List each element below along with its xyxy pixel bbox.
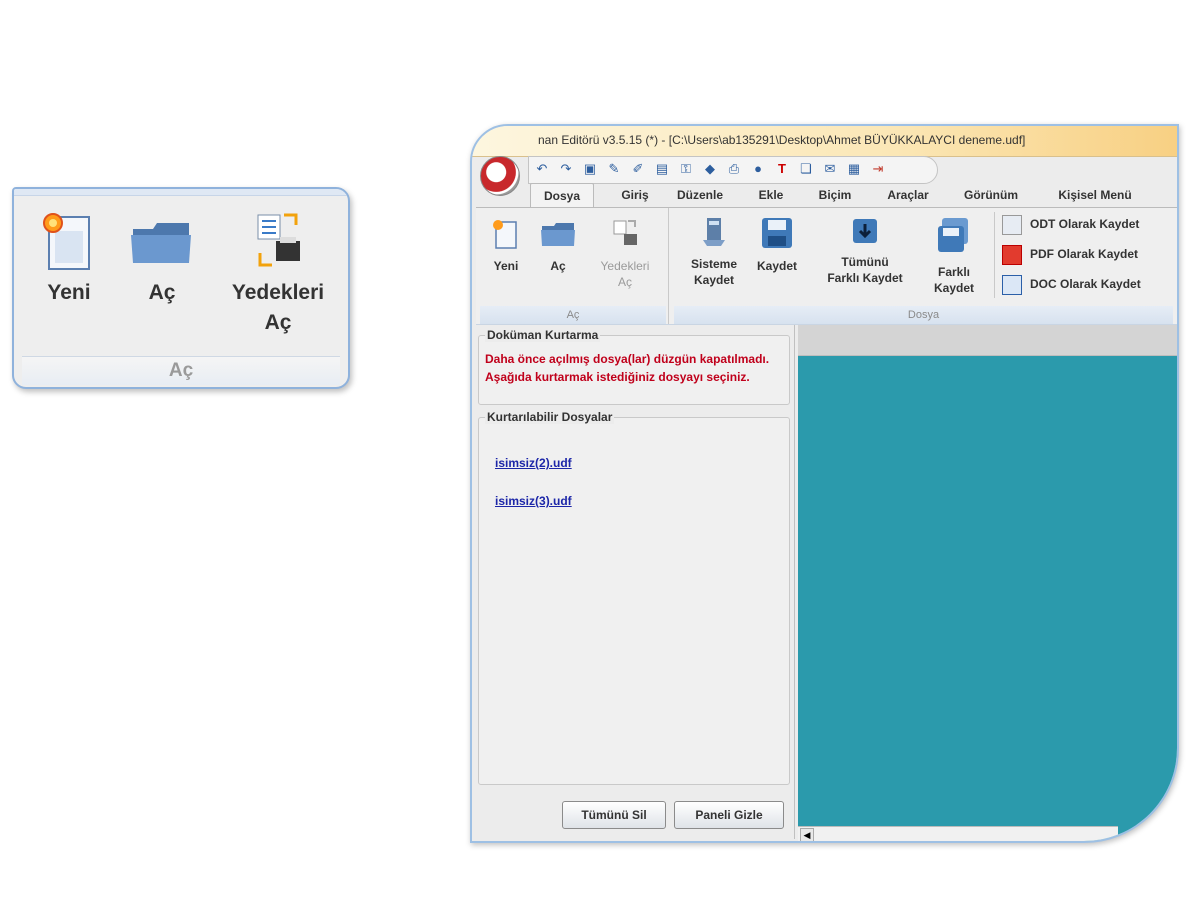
zoom-group-label: Aç [22, 356, 340, 385]
save-to-system-label-1: Sisteme [690, 257, 738, 271]
save-all-as-button[interactable]: Tümünü Farklı Kaydet [820, 216, 910, 286]
tab-araclar[interactable]: Araçlar [878, 183, 938, 207]
pen-icon[interactable]: ✎ [607, 162, 621, 176]
ribbon-tabs: Dosya Giriş Düzenle Ekle Biçim Araçlar G… [472, 183, 1177, 208]
dosya-group: Sisteme Kaydet Kaydet Tümünü Farklı Kayd… [672, 208, 1175, 324]
tab-dosya[interactable]: Dosya [530, 183, 594, 208]
zoom-open-label: Aç [148, 281, 176, 304]
group-divider [994, 212, 995, 298]
recoverable-files-title: Kurtarılabilir Dosyalar [485, 410, 615, 424]
save-as-label-1: Farklı [937, 265, 970, 279]
tab-giris[interactable]: Giriş [610, 183, 660, 207]
doc-icon [1002, 274, 1022, 295]
print-icon[interactable]: ⎙ [727, 162, 741, 176]
zoom-new-button[interactable]: Yeni [34, 209, 104, 308]
exit-icon[interactable]: ⇥ [871, 162, 885, 176]
save-as-label-2: Kaydet [933, 281, 974, 295]
paste-icon[interactable]: ❏ [799, 162, 813, 176]
folder-open-icon [541, 223, 575, 246]
zoomed-ac-group: Yeni Aç Yedekleri Aç Aç [12, 187, 350, 389]
save-label: Kaydet [756, 259, 797, 273]
tab-bicim[interactable]: Biçim [808, 183, 862, 207]
editor-window: nan Editörü v3.5.15 (*) - [C:\Users\ab13… [470, 124, 1179, 843]
open-backups-label-2: Aç [617, 275, 632, 289]
save-as-odt-button[interactable]: ODT Olarak Kaydet [1002, 214, 1140, 235]
tab-duzenle[interactable]: Düzenle [668, 183, 732, 207]
save-system-icon [703, 218, 725, 246]
hide-panel-button[interactable]: Paneli Gizle [674, 801, 784, 829]
save-as-pdf-label: PDF Olarak Kaydet [1030, 247, 1139, 261]
new-document-icon [493, 220, 517, 249]
warning-line-2: Aşağıda kurtarmak istediğiniz dosyayı se… [485, 370, 750, 384]
key-icon[interactable]: ⚿ [679, 162, 693, 176]
title-bar: nan Editörü v3.5.15 (*) - [C:\Users\ab13… [472, 126, 1177, 157]
open-label: Aç [550, 259, 566, 273]
save-all-as-label-2: Farklı Kaydet [827, 271, 903, 285]
save-icon[interactable]: ▣ [583, 162, 597, 176]
backup-open-icon [613, 220, 637, 245]
zoom-open-backups-button[interactable]: Yedekleri Aç [218, 209, 338, 338]
save-icon [762, 218, 792, 248]
save-as-odt-label: ODT Olarak Kaydet [1030, 217, 1140, 231]
table-icon[interactable]: ▦ [847, 162, 861, 176]
save-to-system-label-2: Kaydet [693, 273, 734, 287]
save-all-icon [853, 219, 877, 243]
save-button[interactable]: Kaydet [752, 216, 802, 274]
record-icon[interactable]: ● [751, 162, 765, 176]
document-area[interactable]: ◀ [798, 325, 1177, 841]
save-as-icon [938, 218, 968, 252]
zoom-open-backups-label-1: Yedekleri [231, 281, 325, 304]
open-backups-label-1: Yedekleri [600, 259, 650, 273]
window-title: nan Editörü v3.5.15 (*) - [C:\Users\ab13… [538, 133, 1026, 147]
warning-line-1: Daha önce açılmış dosya(lar) düzgün kapa… [485, 352, 770, 366]
open-button[interactable]: Aç [536, 218, 580, 274]
pdf-icon [1002, 244, 1022, 265]
document-recovery-panel: Doküman Kurtarma Daha önce açılmış dosya… [474, 325, 795, 839]
open-backups-button[interactable]: Yedekleri Aç [590, 218, 660, 290]
doc-icon[interactable]: ▤ [655, 162, 669, 176]
ac-group-label: Aç [480, 306, 666, 324]
quick-access-toolbar: ↶ ↷ ▣ ✎ ✐ ▤ ⚿ ◆ ⎙ ● T ❏ ✉ ▦ ⇥ [528, 156, 938, 184]
save-as-doc-label: DOC Olarak Kaydet [1030, 277, 1141, 291]
save-as-pdf-button[interactable]: PDF Olarak Kaydet [1002, 244, 1139, 265]
delete-all-button[interactable]: Tümünü Sil [562, 801, 666, 829]
ac-group: Yeni Aç Yedekleri Aç Aç [478, 208, 669, 324]
scroll-left-icon[interactable]: ◀ [800, 828, 814, 841]
zoom-open-button[interactable]: Aç [122, 209, 202, 308]
folder-open-icon [131, 223, 191, 263]
text-icon[interactable]: T [775, 162, 789, 176]
save-to-system-button[interactable]: Sisteme Kaydet [684, 216, 744, 288]
undo-icon[interactable]: ↶ [535, 162, 549, 176]
edit-icon[interactable]: ✐ [631, 162, 645, 176]
horizontal-scrollbar[interactable]: ◀ [798, 826, 1118, 841]
zoom-new-label: Yeni [47, 281, 91, 304]
new-document-icon [43, 213, 90, 270]
recoverable-file-link[interactable]: isimsiz(2).udf [495, 456, 572, 470]
zoom-top-strip [14, 189, 348, 196]
odt-icon [1002, 214, 1022, 235]
tab-gorunum[interactable]: Görünüm [956, 183, 1026, 207]
recoverable-files-fieldset: Kurtarılabilir Dosyalar isimsiz(2).udf i… [478, 410, 790, 785]
ribbon: Yeni Aç Yedekleri Aç Aç Sisteme Kaydet K… [476, 207, 1177, 325]
dosya-group-label: Dosya [674, 306, 1173, 324]
new-label: Yeni [493, 259, 519, 273]
zoom-open-backups-label-2: Aç [264, 311, 292, 334]
recovery-fieldset: Doküman Kurtarma Daha önce açılmış dosya… [478, 328, 790, 405]
redo-icon[interactable]: ↷ [559, 162, 573, 176]
backup-open-icon [257, 213, 300, 267]
tab-kisisel-menu[interactable]: Kişisel Menü [1048, 183, 1142, 207]
new-button[interactable]: Yeni [484, 218, 528, 274]
document-ruler-bar [798, 325, 1177, 356]
tab-ekle[interactable]: Ekle [746, 183, 796, 207]
recoverable-file-link[interactable]: isimsiz(3).udf [495, 494, 572, 508]
recovery-title: Doküman Kurtarma [485, 328, 601, 342]
shapes-icon[interactable]: ◆ [703, 162, 717, 176]
save-as-button[interactable]: Farklı Kaydet [924, 216, 984, 296]
save-all-as-label-1: Tümünü [841, 255, 889, 269]
save-as-doc-button[interactable]: DOC Olarak Kaydet [1002, 274, 1141, 295]
mail-icon[interactable]: ✉ [823, 162, 837, 176]
